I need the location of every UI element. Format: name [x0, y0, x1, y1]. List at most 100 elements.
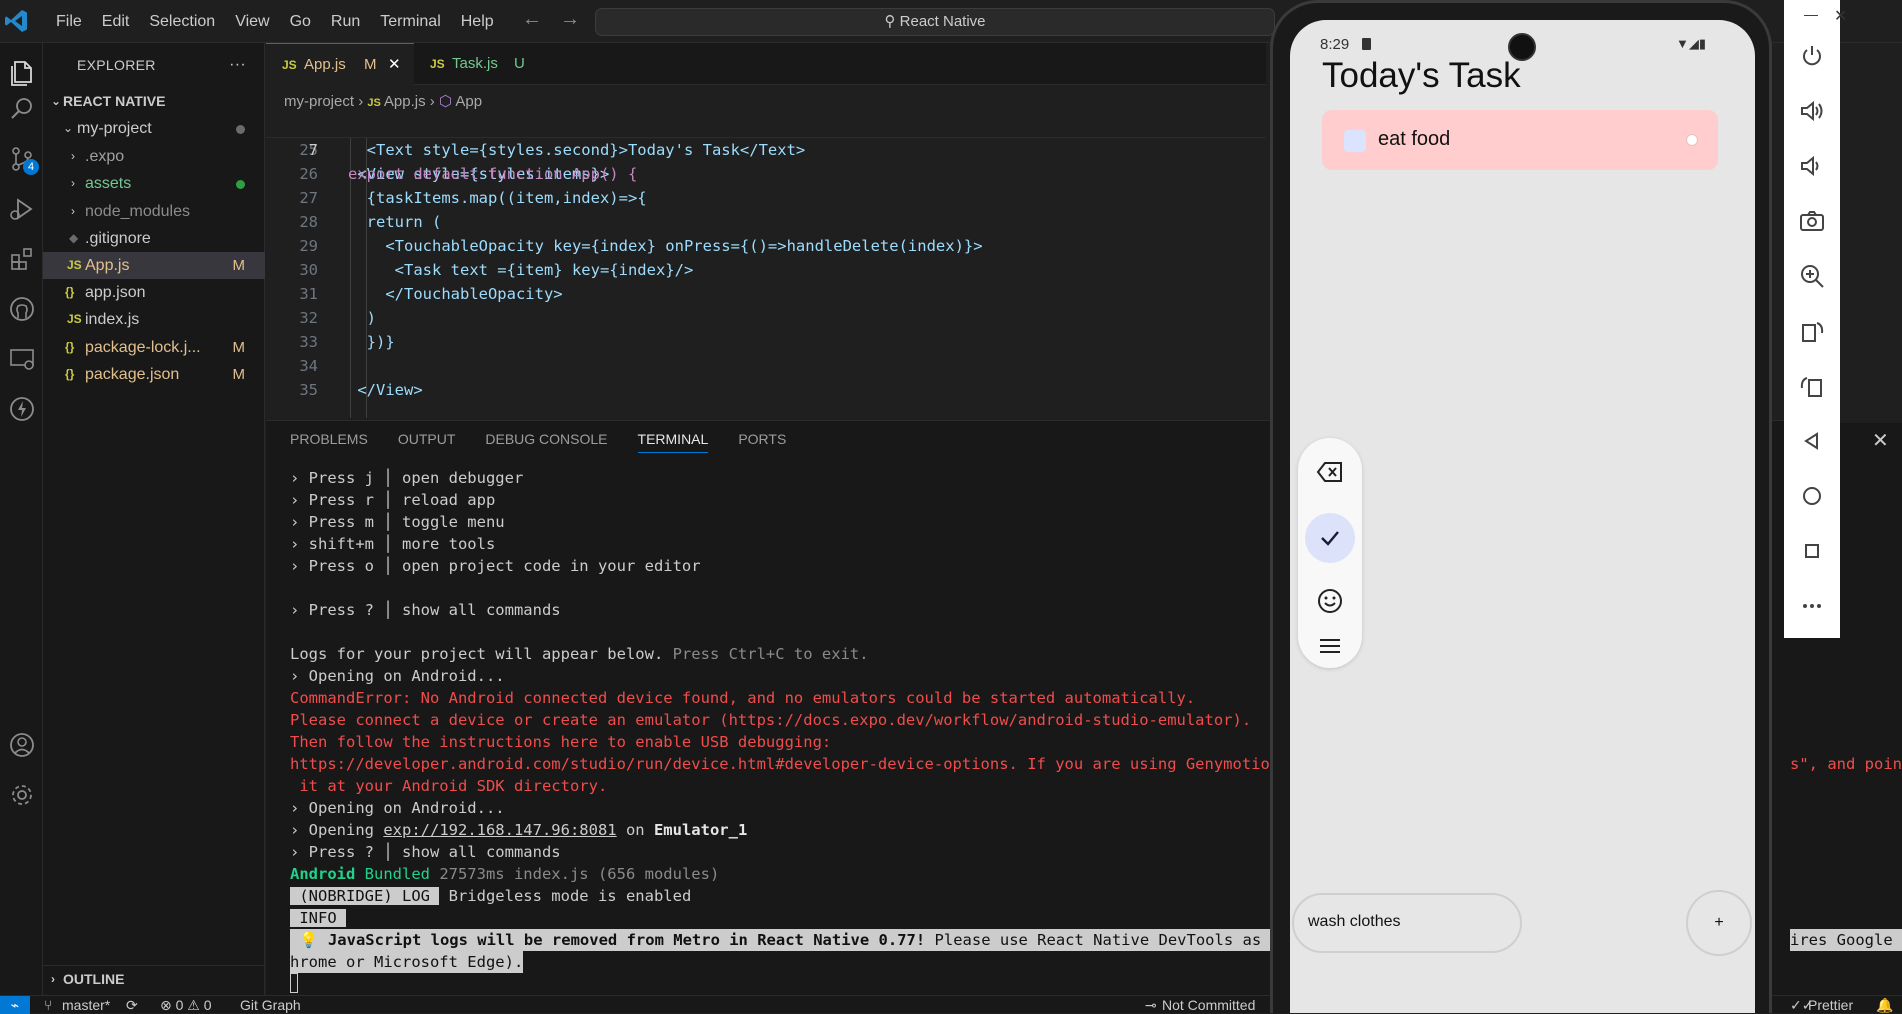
app-title: Today's Task [1322, 56, 1521, 95]
not-committed-label[interactable]: Not Committed [1162, 996, 1255, 1014]
zoom-icon[interactable] [1798, 262, 1826, 290]
tree-item-node-modules[interactable]: › node_modules [43, 198, 265, 225]
code-line: 32 ) [266, 306, 1266, 330]
tree-item-package-lock[interactable]: {} package-lock.j... M [43, 334, 265, 361]
sync-icon[interactable]: ⟳ [126, 996, 138, 1014]
tree-item-my-project[interactable]: ⌄ my-project [43, 115, 265, 142]
tab-terminal[interactable]: TERMINAL [637, 431, 709, 453]
tree-item-label: package.json [85, 366, 180, 383]
backspace-icon[interactable] [1316, 460, 1344, 484]
volume-down-icon[interactable] [1798, 152, 1826, 180]
tree-item-label: index.js [85, 311, 140, 328]
code-editor[interactable]: 7 export default function App() { 25 <Te… [266, 114, 1266, 418]
overview-square-icon[interactable] [1798, 537, 1826, 565]
tab-ports[interactable]: PORTS [738, 431, 786, 453]
branch-icon: ⑂ [44, 997, 53, 1013]
git-branch[interactable]: master* [62, 996, 110, 1014]
breadcrumb-symbol[interactable]: App [455, 93, 482, 110]
js-file-icon: JS [430, 57, 445, 71]
done-button[interactable] [1305, 513, 1355, 563]
tree-item-gitignore[interactable]: ◆ .gitignore [43, 225, 265, 252]
code-text: <TouchableOpacity key={index} onPress={(… [348, 237, 983, 255]
expo-url-link[interactable]: exp://192.168.147.96:8081 [383, 821, 616, 839]
menu-file[interactable]: File [46, 0, 92, 43]
workspace-root[interactable]: ⌄ REACT NATIVE [43, 88, 265, 115]
problems-count[interactable]: ⊗ 0 ⚠ 0 [160, 996, 212, 1014]
menu-go[interactable]: Go [280, 0, 321, 43]
search-icon: ⚲ [884, 13, 900, 30]
error-line-tail: s", and point [1790, 755, 1902, 773]
minimize-icon[interactable]: — [1804, 6, 1818, 22]
log-message: Bridgeless mode is enabled [439, 887, 692, 905]
extensions-icon[interactable] [6, 243, 38, 275]
more-actions-icon[interactable]: ··· [229, 43, 246, 87]
tree-item-label: .gitignore [85, 230, 151, 247]
menu-edit[interactable]: Edit [92, 0, 140, 43]
account-icon[interactable] [6, 729, 38, 761]
back-triangle-icon[interactable] [1798, 427, 1826, 455]
breadcrumb-folder[interactable]: my-project [284, 93, 354, 110]
git-graph-button[interactable]: Git Graph [240, 996, 301, 1014]
menu-help[interactable]: Help [451, 0, 504, 43]
tree-item-package-json[interactable]: {} package.json M [43, 361, 265, 388]
tree-item-label: App.js [85, 257, 130, 274]
tree-item-app-js[interactable]: JS App.js M [43, 252, 265, 279]
code-line: 28 return ( [266, 210, 1266, 234]
close-emulator-icon[interactable]: ✕ [1834, 6, 1847, 26]
source-control-icon[interactable]: 4 [6, 143, 39, 175]
tree-item-index-js[interactable]: JS index.js [43, 306, 265, 333]
code-text: {taskItems.map((item,index)=>{ [348, 189, 647, 207]
forward-arrow-icon[interactable]: → [560, 8, 580, 31]
menu-view[interactable]: View [225, 0, 279, 43]
home-circle-icon[interactable] [1798, 482, 1826, 510]
run-debug-icon[interactable] [6, 193, 38, 225]
tab-task-js[interactable]: JS Task.js U [414, 43, 544, 85]
modified-dot [236, 125, 245, 134]
tree-item-assets[interactable]: › assets [43, 170, 265, 197]
tab-debug-console[interactable]: DEBUG CONSOLE [485, 431, 607, 453]
search-sidebar-icon[interactable] [6, 93, 38, 125]
terminal-line: hrome or Microsoft Edge). [290, 951, 524, 973]
rotate-right-icon[interactable] [1798, 372, 1826, 400]
terminal-line: › shift+m │ more tools [290, 535, 496, 553]
camera-icon[interactable] [1798, 207, 1826, 235]
error-line: CommandError: No Android connected devic… [290, 689, 1196, 707]
back-arrow-icon[interactable]: ← [522, 8, 542, 31]
tab-app-js[interactable]: JS App.js M ✕ [266, 43, 414, 85]
bell-icon[interactable]: 🔔 [1876, 996, 1893, 1014]
remote-indicator-icon[interactable]: ⌁ [0, 996, 30, 1014]
prettier-label[interactable]: Prettier [1808, 996, 1853, 1014]
menu-terminal[interactable]: Terminal [370, 0, 450, 43]
terminal-line: › Opening on Android... [290, 799, 505, 817]
volume-up-icon[interactable] [1798, 97, 1826, 125]
rotate-left-icon[interactable] [1798, 317, 1826, 345]
more-options-icon[interactable] [1798, 592, 1826, 620]
add-task-button[interactable]: + [1686, 890, 1752, 956]
close-icon[interactable]: ✕ [388, 44, 401, 86]
task-item[interactable]: eat food [1322, 110, 1718, 170]
settings-gear-icon[interactable] [6, 779, 38, 811]
emoji-icon[interactable] [1317, 588, 1343, 614]
command-center[interactable]: ⚲ React Native [595, 8, 1275, 36]
menu-run[interactable]: Run [321, 0, 370, 43]
error-line: it at your Android SDK directory. [290, 777, 608, 795]
tree-item-expo[interactable]: › .expo [43, 143, 265, 170]
power-icon[interactable] [1798, 42, 1826, 70]
github-icon[interactable] [6, 293, 38, 325]
tree-item-app-json[interactable]: {} app.json [43, 279, 265, 306]
opening-text: on [616, 821, 654, 839]
phone-screen[interactable]: 8:29 ▼◢▮ Today's Task eat food wash clot… [1290, 20, 1755, 1013]
code-line: 31 </TouchableOpacity> [266, 282, 1266, 306]
menu-selection[interactable]: Selection [139, 0, 225, 43]
remote-explorer-icon[interactable] [6, 343, 38, 375]
menu-icon[interactable] [1318, 636, 1342, 656]
thunder-client-icon[interactable] [6, 393, 38, 425]
line-number: 35 [299, 381, 318, 399]
explorer-icon[interactable] [6, 57, 38, 89]
outline-section[interactable]: › OUTLINE [43, 965, 265, 992]
tab-problems[interactable]: PROBLEMS [290, 431, 368, 453]
breadcrumb-file[interactable]: App.js [384, 93, 426, 110]
close-panel-icon[interactable]: ✕ [1872, 428, 1889, 453]
task-input[interactable]: wash clothes [1292, 893, 1522, 953]
tab-output[interactable]: OUTPUT [398, 431, 456, 453]
